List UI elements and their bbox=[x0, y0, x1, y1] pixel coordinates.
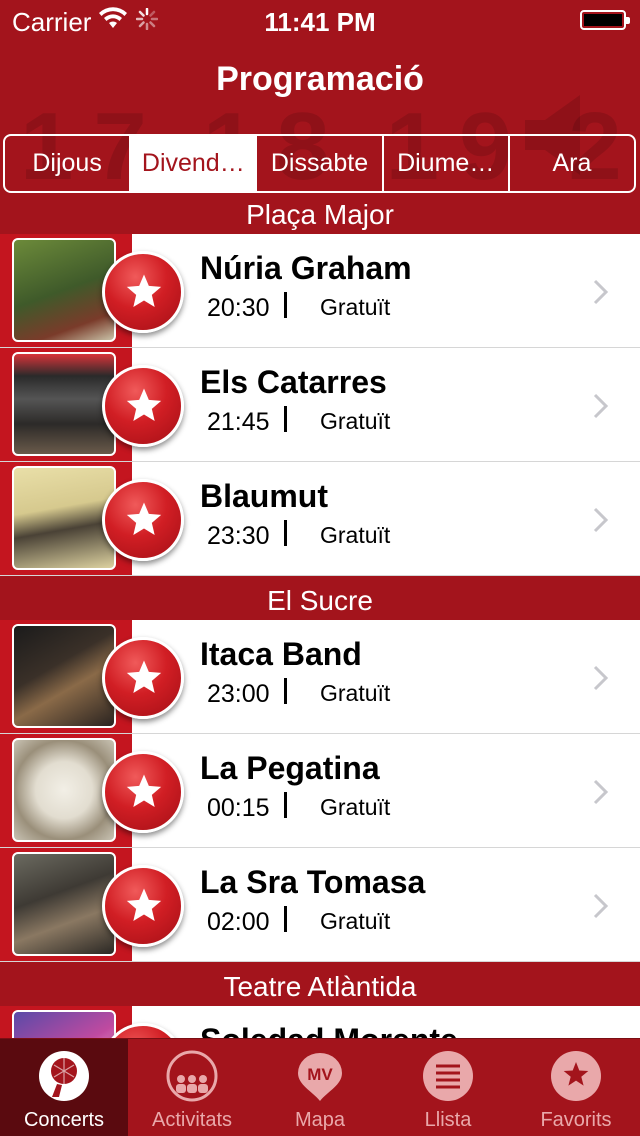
divider bbox=[284, 678, 287, 704]
concert-row[interactable]: Blaumut 23:30 Gratuït bbox=[0, 462, 640, 576]
nav-header: 17181920 Programació Dijous Divend… Diss… bbox=[0, 40, 640, 200]
favorite-star-button[interactable] bbox=[102, 637, 184, 719]
concert-list[interactable]: Plaça Major Núria Graham 20:30 Gratuït E… bbox=[0, 196, 640, 1038]
star-icon bbox=[126, 388, 162, 421]
concert-row[interactable]: Els Catarres 21:45 Gratuït bbox=[0, 348, 640, 462]
concert-price: Gratuït bbox=[320, 794, 391, 820]
concert-time: 20:30 bbox=[207, 294, 270, 322]
svg-text:MV: MV bbox=[307, 1065, 333, 1084]
section-header: El Sucre bbox=[0, 576, 640, 620]
concert-price: Gratuït bbox=[320, 908, 391, 934]
concert-price: Gratuït bbox=[320, 408, 391, 434]
list-icon bbox=[423, 1051, 473, 1101]
tab-label: Llista bbox=[424, 1109, 472, 1131]
favorite-star-button[interactable] bbox=[102, 865, 184, 947]
tab-concerts[interactable]: Concerts bbox=[0, 1039, 128, 1136]
segment-dissabte[interactable]: Dissabte bbox=[257, 136, 384, 191]
star-icon bbox=[126, 660, 162, 693]
artist-name: Soledad Morente bbox=[200, 1022, 458, 1038]
artist-photo bbox=[12, 466, 116, 570]
favorite-star-button[interactable] bbox=[102, 479, 184, 561]
star-icon bbox=[551, 1051, 601, 1101]
artist-photo bbox=[12, 1010, 116, 1038]
star-icon bbox=[126, 774, 162, 807]
artist-photo bbox=[12, 738, 116, 842]
favorite-star-button[interactable] bbox=[102, 751, 184, 833]
divider bbox=[284, 406, 287, 432]
concert-row[interactable]: Soledad Morente bbox=[0, 1006, 640, 1038]
artist-photo bbox=[12, 352, 116, 456]
tab-favorits[interactable]: Favorits bbox=[512, 1039, 640, 1136]
artist-photo bbox=[12, 852, 116, 956]
battery-icon bbox=[580, 10, 630, 30]
tab-label: Concerts bbox=[23, 1109, 105, 1131]
segment-divendres[interactable]: Divend… bbox=[131, 136, 258, 191]
concert-time: 23:30 bbox=[207, 522, 270, 550]
concert-row[interactable]: Itaca Band 23:00 Gratuït bbox=[0, 620, 640, 734]
artist-name: Els Catarres bbox=[200, 364, 387, 400]
tab-activitats[interactable]: Activitats bbox=[128, 1039, 256, 1136]
concert-price: Gratuït bbox=[320, 294, 391, 320]
chevron-right-icon bbox=[593, 779, 609, 805]
status-bar: Carrier 11:41 PM bbox=[0, 0, 640, 40]
concert-time: 00:15 bbox=[207, 794, 270, 822]
concert-row[interactable]: La Sra Tomasa 02:00 Gratuït bbox=[0, 848, 640, 962]
chevron-right-icon bbox=[593, 279, 609, 305]
map-pin-icon: MV bbox=[298, 1053, 342, 1101]
tab-mapa[interactable]: MV Mapa bbox=[256, 1039, 384, 1136]
audience-icon bbox=[166, 1050, 218, 1102]
divider bbox=[284, 292, 287, 318]
section-header: Teatre Atlàntida bbox=[0, 962, 640, 1006]
segment-diumenge[interactable]: Diume… bbox=[384, 136, 510, 191]
section-header: Plaça Major bbox=[0, 196, 640, 234]
concert-time: 21:45 bbox=[207, 408, 270, 436]
tab-llista[interactable]: Llista bbox=[384, 1039, 512, 1136]
star-icon bbox=[126, 274, 162, 307]
concert-time: 23:00 bbox=[207, 680, 270, 708]
concert-row[interactable]: La Pegatina 00:15 Gratuït bbox=[0, 734, 640, 848]
clock: 11:41 PM bbox=[264, 7, 376, 37]
artist-name: La Pegatina bbox=[200, 750, 380, 786]
tab-bar: Concerts Activitats MV Mapa Llista Favor… bbox=[0, 1038, 640, 1136]
tab-label: Activitats bbox=[151, 1109, 233, 1131]
star-icon bbox=[126, 502, 162, 535]
segment-ara[interactable]: Ara bbox=[510, 136, 634, 191]
divider bbox=[284, 906, 287, 932]
chevron-right-icon bbox=[593, 665, 609, 691]
tab-label: Mapa bbox=[294, 1109, 346, 1131]
artist-name: La Sra Tomasa bbox=[200, 864, 426, 900]
favorite-star-button[interactable] bbox=[102, 365, 184, 447]
divider bbox=[284, 792, 287, 818]
concert-price: Gratuït bbox=[320, 680, 391, 706]
concert-time: 02:00 bbox=[207, 908, 270, 936]
artist-photo bbox=[12, 238, 116, 342]
tab-label: Favorits bbox=[540, 1109, 612, 1131]
artist-name: Núria Graham bbox=[200, 250, 412, 286]
divider bbox=[284, 520, 287, 546]
chevron-right-icon bbox=[593, 893, 609, 919]
favorite-star-button[interactable] bbox=[102, 251, 184, 333]
segment-dijous[interactable]: Dijous bbox=[5, 136, 132, 191]
star-icon bbox=[126, 888, 162, 921]
concert-row[interactable]: Núria Graham 20:30 Gratuït bbox=[0, 234, 640, 348]
concert-price: Gratuït bbox=[320, 522, 391, 548]
artist-photo bbox=[12, 624, 116, 728]
day-segmented-control: Dijous Divend… Dissabte Diume… Ara bbox=[3, 134, 636, 193]
chevron-right-icon bbox=[593, 507, 609, 533]
page-title: Programació bbox=[216, 60, 424, 98]
microphone-icon bbox=[39, 1051, 89, 1101]
chevron-right-icon bbox=[593, 393, 609, 419]
artist-name: Blaumut bbox=[200, 478, 328, 514]
artist-name: Itaca Band bbox=[200, 636, 362, 672]
